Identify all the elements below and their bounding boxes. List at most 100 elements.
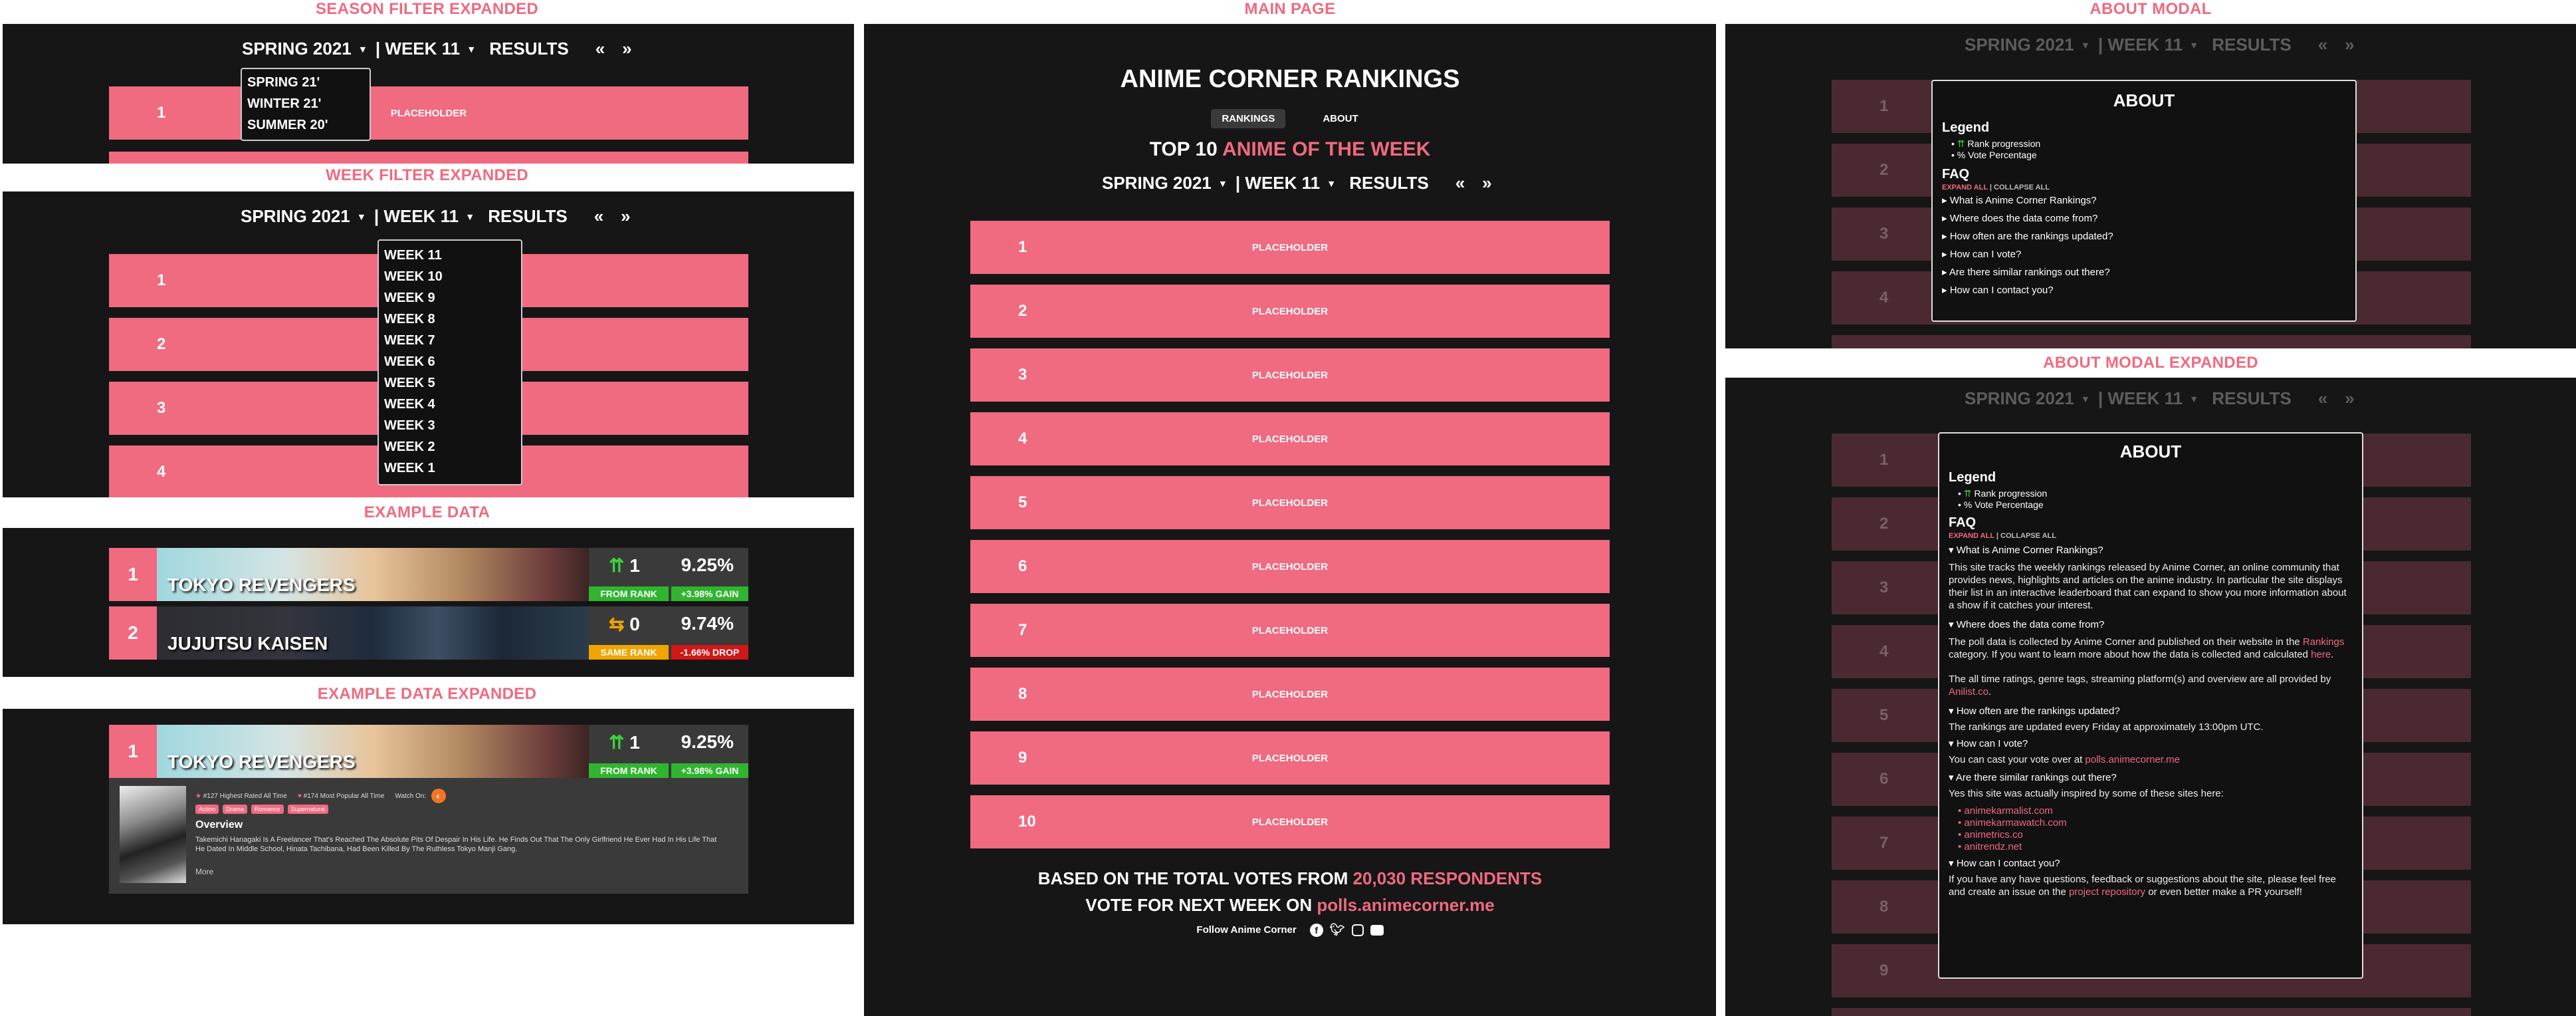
faq-question[interactable]: ▾ Are there similar rankings out there? (1949, 771, 2353, 783)
faq-question[interactable]: ▸ How often are the rankings updated? (1942, 227, 2346, 245)
prev-week-button[interactable]: « (1455, 173, 1465, 193)
week-option[interactable]: WEEK 7 (384, 330, 516, 351)
repository-link[interactable]: project repository (2069, 886, 2145, 898)
tab-rankings[interactable]: RANKINGS (1211, 109, 1286, 128)
collapse-all-button[interactable]: | COLLAPSE ALL (1990, 184, 2050, 191)
season-option[interactable]: SUMMER 20' (247, 114, 364, 136)
results-label: RESULTS (488, 206, 568, 226)
similar-site-link[interactable]: • animetrics.co (1958, 829, 2353, 841)
facebook-icon[interactable]: f (1309, 923, 1323, 937)
rank-bar[interactable]: 3 PLACEHOLDER (970, 348, 1610, 402)
season-select[interactable]: SPRING 2021 ▼ (1965, 388, 2098, 409)
season-select[interactable]: SPRING 2021 ▼ (242, 39, 376, 59)
rank-bar[interactable] (109, 152, 748, 164)
faq-question[interactable]: ▾ What is Anime Corner Rankings? (1949, 544, 2353, 556)
next-week-button[interactable]: » (2345, 35, 2354, 55)
tab-about[interactable]: ABOUT (1312, 109, 1368, 128)
week-option[interactable]: WEEK 10 (384, 266, 516, 287)
twitter-icon[interactable]: 🐦︎ (1330, 923, 1345, 937)
similar-sites-list: • animekarmalist.com • animekarmawatch.c… (1958, 805, 2353, 853)
rank-bar[interactable]: 2 PLACEHOLDER (970, 285, 1610, 338)
faq-question[interactable]: ▾ How can I contact you? (1949, 857, 2353, 869)
about-modal-expanded: ABOUT Legend • ⇈ Rank progression • % Vo… (1938, 432, 2363, 979)
season-option[interactable]: SPRING 21' (247, 72, 364, 93)
expand-all-button[interactable]: EXPAND ALL (1949, 532, 1994, 540)
faq-question[interactable]: ▸ How can I contact you? (1942, 281, 2346, 299)
rank-bar[interactable]: 7 PLACEHOLDER (970, 604, 1610, 657)
week-option[interactable]: WEEK 5 (384, 372, 516, 394)
week-option[interactable]: WEEK 1 (384, 457, 516, 479)
faq-answer: The rankings are updated every Friday at… (1949, 721, 2264, 733)
rank-badge: FROM RANK (589, 763, 669, 778)
similar-site-link[interactable]: • animekarmawatch.com (1958, 817, 2353, 829)
next-week-button[interactable]: » (1482, 173, 1491, 193)
week-dropdown: WEEK 11 WEEK 10 WEEK 9 WEEK 8 WEEK 7 WEE… (377, 239, 522, 485)
rank-bar[interactable]: 1 PLACEHOLDER (970, 221, 1610, 274)
week-select[interactable]: | WEEK 11 ▼ (374, 206, 483, 227)
similar-site-link[interactable]: • anitrendz.net (1958, 841, 2353, 853)
expand-all-button[interactable]: EXPAND ALL (1942, 184, 1988, 191)
anime-card-expanded[interactable]: 1 TOKYO REVENGERS ⇈ 1 9.25% FROM RANK +3… (109, 725, 748, 894)
rank-bar[interactable]: 10 PLACEHOLDER (970, 795, 1610, 848)
instagram-icon[interactable] (1351, 924, 1364, 936)
week-select[interactable]: | WEEK 11 ▼ (1235, 173, 1344, 193)
faq-question[interactable]: ▾ How can I vote? (1949, 737, 2353, 749)
next-week-button[interactable]: » (621, 206, 630, 227)
season-select[interactable]: SPRING 2021 ▼ (1102, 173, 1235, 193)
week-option[interactable]: WEEK 11 (384, 245, 516, 266)
season-option[interactable]: WINTER 21' (247, 93, 364, 114)
rank-bar[interactable]: 6 PLACEHOLDER (970, 540, 1610, 593)
week-option[interactable]: WEEK 2 (384, 436, 516, 457)
rank-bar[interactable] (1832, 335, 2471, 348)
here-link[interactable]: here (2311, 649, 2331, 660)
more-link[interactable]: More (195, 867, 213, 876)
chevron-down-icon: ▼ (1218, 179, 1228, 190)
rank-stats: ⇈ 1 9.25% FROM RANK +3.98% GAIN (589, 725, 748, 778)
similar-site-link[interactable]: • animekarmalist.com (1958, 805, 2353, 817)
faq-question[interactable]: ▸ Are there similar rankings out there? (1942, 263, 2346, 281)
anilist-link[interactable]: Anilist.co (1949, 686, 1988, 698)
season-select[interactable]: SPRING 2021 ▼ (1965, 35, 2098, 55)
collapse-all-button[interactable]: | COLLAPSE ALL (1996, 532, 2056, 540)
rank-bar[interactable]: 8 PLACEHOLDER (970, 668, 1610, 721)
week-option[interactable]: WEEK 9 (384, 287, 516, 309)
polls-link[interactable]: polls.animecorner.me (1317, 895, 1494, 915)
polls-link[interactable]: polls.animecorner.me (2085, 754, 2180, 765)
rank-bar[interactable]: 9 PLACEHOLDER (970, 731, 1610, 785)
faq-question[interactable]: ▾ How often are the rankings updated? (1949, 705, 2353, 717)
next-week-button[interactable]: » (2345, 388, 2354, 409)
prev-week-button[interactable]: « (2318, 35, 2327, 55)
week-option[interactable]: WEEK 4 (384, 394, 516, 415)
faq-question[interactable]: ▾ Where does the data come from? (1949, 618, 2353, 630)
week-select[interactable]: | WEEK 11 ▼ (2098, 35, 2206, 55)
week-select[interactable]: | WEEK 11 ▼ (2098, 388, 2206, 409)
prev-week-button[interactable]: « (2318, 388, 2327, 409)
rank-number: 2 (109, 606, 157, 660)
week-option[interactable]: WEEK 3 (384, 415, 516, 436)
faq-question[interactable]: ▸ Where does the data come from? (1942, 209, 2346, 227)
rank-bar[interactable]: 10 (1832, 1008, 2471, 1016)
anime-card[interactable]: 1 TOKYO REVENGERS ⇈ 1 9.25% FROM RANK +3… (109, 548, 748, 601)
rank-bar[interactable]: 4 PLACEHOLDER (970, 412, 1610, 465)
rank-bar[interactable]: 5 PLACEHOLDER (970, 476, 1610, 529)
faq-question[interactable]: ▸ How can I vote? (1942, 245, 2346, 263)
results-label: RESULTS (2212, 35, 2292, 55)
rank-bar[interactable]: 1 PLACEHOLDER (109, 86, 748, 140)
title-example-expanded: EXAMPLE DATA EXPANDED (317, 685, 537, 703)
faq-question[interactable]: ▸ What is Anime Corner Rankings? (1942, 191, 2346, 209)
anime-card[interactable]: 2 JUJUTSU KAISEN ⇆ 0 9.74% SAME RANK -1.… (109, 606, 748, 660)
faq-answer: The poll data is collected by Anime Corn… (1949, 636, 2345, 660)
week-option[interactable]: WEEK 8 (384, 309, 516, 330)
crunchyroll-icon[interactable]: ◐ (431, 789, 447, 803)
rank-number: 4 (157, 463, 166, 481)
season-select[interactable]: SPRING 2021 ▼ (241, 206, 374, 227)
gain-badge: +3.98% GAIN (671, 763, 748, 778)
week-option[interactable]: WEEK 6 (384, 351, 516, 372)
placeholder-label: PLACEHOLDER (1251, 688, 1329, 700)
next-week-button[interactable]: » (622, 39, 631, 59)
rankings-link[interactable]: Rankings (2303, 636, 2345, 648)
prev-week-button[interactable]: « (594, 206, 603, 227)
week-select[interactable]: | WEEK 11 ▼ (376, 39, 484, 59)
discord-icon[interactable] (1370, 924, 1384, 936)
prev-week-button[interactable]: « (595, 39, 605, 59)
